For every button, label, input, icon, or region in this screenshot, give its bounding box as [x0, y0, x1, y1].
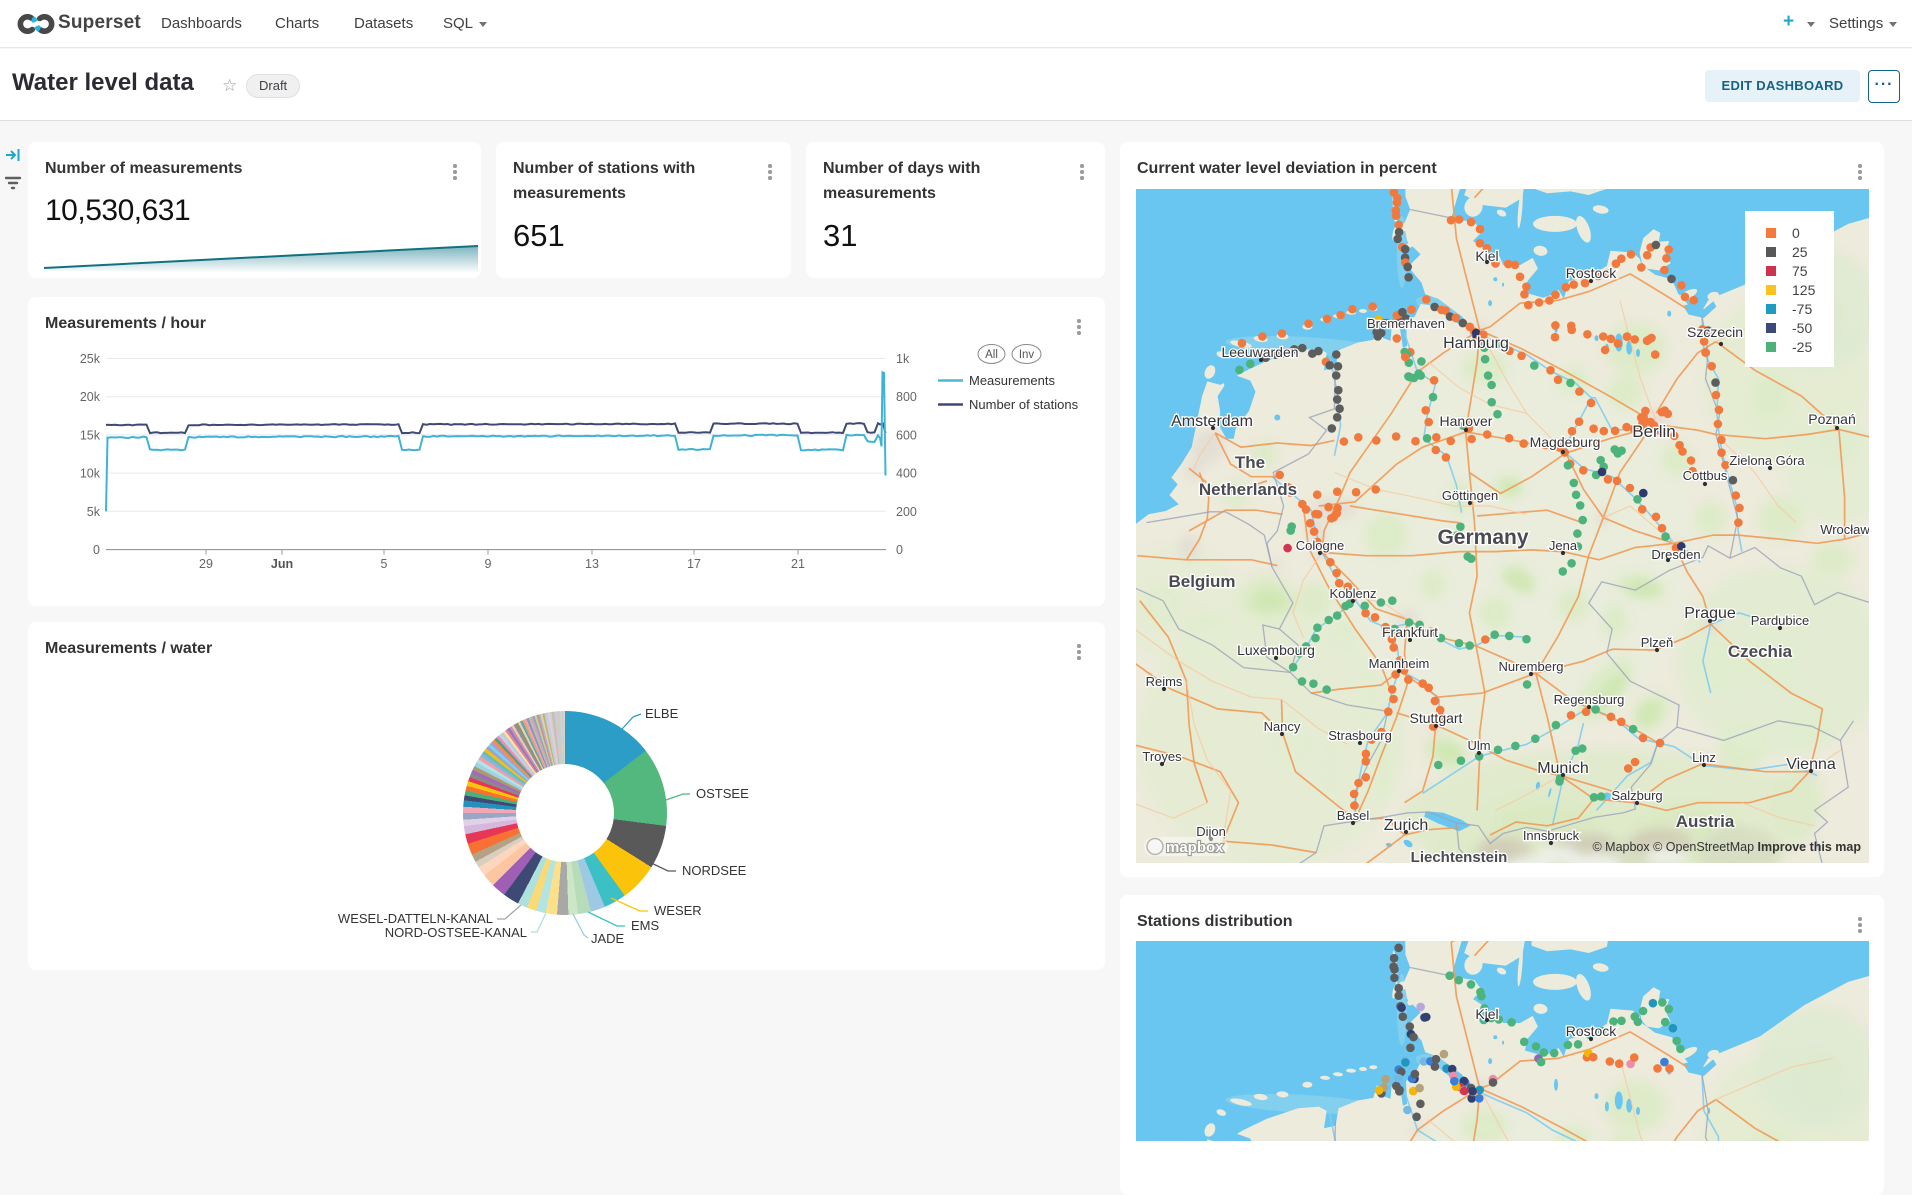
svg-text:ELBE: ELBE: [645, 706, 679, 721]
svg-text:200: 200: [896, 505, 917, 519]
svg-text:25: 25: [1792, 244, 1808, 260]
svg-text:Basel: Basel: [1337, 808, 1370, 823]
svg-text:Jun: Jun: [271, 557, 293, 571]
svg-text:5: 5: [381, 557, 388, 571]
svg-text:JADE: JADE: [591, 931, 625, 946]
svg-text:Leeuwarden: Leeuwarden: [1221, 344, 1298, 360]
svg-text:Rostock: Rostock: [1566, 1023, 1618, 1039]
svg-text:0: 0: [1792, 225, 1800, 241]
svg-text:Luxembourg: Luxembourg: [1237, 642, 1315, 658]
svg-text:1k: 1k: [896, 352, 910, 366]
svg-text:OSTSEE: OSTSEE: [696, 786, 749, 801]
svg-text:Rostock: Rostock: [1566, 265, 1618, 281]
svg-text:Belgium: Belgium: [1168, 572, 1235, 591]
svg-text:Nancy: Nancy: [1264, 719, 1301, 734]
svg-text:Hanover: Hanover: [1440, 413, 1493, 429]
svg-text:Czechia: Czechia: [1728, 642, 1793, 661]
svg-text:Troyes: Troyes: [1142, 749, 1182, 764]
svg-text:Wrocław: Wrocław: [1820, 522, 1869, 537]
svg-text:Magdeburg: Magdeburg: [1530, 434, 1601, 450]
svg-text:Mannheim: Mannheim: [1369, 656, 1430, 671]
svg-text:Liechtenstein: Liechtenstein: [1411, 849, 1508, 863]
svg-text:All: All: [985, 349, 998, 361]
svg-text:Germany: Germany: [1437, 526, 1528, 549]
svg-text:NORD-OSTSEE-KANAL: NORD-OSTSEE-KANAL: [385, 925, 527, 940]
svg-text:WESEL-DATTELN-KANAL: WESEL-DATTELN-KANAL: [338, 911, 493, 926]
svg-text:400: 400: [896, 467, 917, 481]
svg-text:Hamburg: Hamburg: [1443, 335, 1509, 352]
svg-text:800: 800: [896, 390, 917, 404]
svg-text:Inv: Inv: [1019, 349, 1035, 361]
svg-text:Cologne: Cologne: [1296, 538, 1344, 553]
svg-text:© Mapbox © OpenStreetMap Impro: © Mapbox © OpenStreetMap Improve this ma…: [1592, 840, 1861, 854]
svg-text:Göttingen: Göttingen: [1442, 488, 1498, 503]
svg-text:Salzburg: Salzburg: [1611, 788, 1662, 803]
svg-text:Stuttgart: Stuttgart: [1410, 710, 1463, 726]
svg-text:Linz: Linz: [1692, 750, 1716, 765]
svg-text:EMS: EMS: [631, 918, 660, 933]
svg-text:Regensburg: Regensburg: [1554, 692, 1625, 707]
svg-text:The: The: [1235, 453, 1265, 472]
svg-text:Frankfurt: Frankfurt: [1382, 624, 1438, 640]
svg-text:Reims: Reims: [1146, 674, 1183, 689]
svg-text:Poznań: Poznań: [1808, 411, 1855, 427]
svg-text:25k: 25k: [80, 352, 101, 366]
svg-text:Szczecin: Szczecin: [1687, 324, 1743, 340]
svg-text:75: 75: [1792, 263, 1808, 279]
svg-text:Dresden: Dresden: [1651, 547, 1700, 562]
svg-text:21: 21: [791, 557, 805, 571]
svg-text:Number of stations: Number of stations: [969, 397, 1079, 412]
svg-text:-75: -75: [1792, 301, 1812, 317]
svg-text:-25: -25: [1792, 339, 1812, 355]
svg-text:17: 17: [687, 557, 701, 571]
svg-text:WESER: WESER: [654, 903, 702, 918]
svg-text:Nuremberg: Nuremberg: [1498, 659, 1563, 674]
svg-text:Koblenz: Koblenz: [1330, 586, 1377, 601]
svg-text:-50: -50: [1792, 320, 1812, 336]
svg-text:29: 29: [199, 557, 213, 571]
svg-text:600: 600: [896, 428, 917, 442]
svg-text:0: 0: [896, 543, 903, 557]
svg-text:Bremerhaven: Bremerhaven: [1367, 316, 1445, 331]
svg-text:Pardubice: Pardubice: [1751, 613, 1810, 628]
svg-text:Zielona Góra: Zielona Góra: [1729, 453, 1805, 468]
svg-text:Dijon: Dijon: [1196, 824, 1226, 839]
svg-text:13: 13: [585, 557, 599, 571]
svg-text:Berlin: Berlin: [1632, 422, 1675, 441]
svg-text:mapbox: mapbox: [1166, 839, 1224, 856]
svg-text:125: 125: [1792, 282, 1816, 298]
svg-text:Innsbruck: Innsbruck: [1523, 828, 1580, 843]
svg-text:Measurements: Measurements: [969, 373, 1055, 388]
svg-text:0: 0: [93, 543, 100, 557]
svg-text:Austria: Austria: [1676, 812, 1735, 831]
svg-text:Ulm: Ulm: [1467, 738, 1490, 753]
svg-text:Jena: Jena: [1549, 538, 1578, 553]
svg-text:5k: 5k: [87, 505, 101, 519]
svg-text:15k: 15k: [80, 428, 101, 442]
svg-text:NORDSEE: NORDSEE: [682, 863, 747, 878]
svg-text:9: 9: [485, 557, 492, 571]
svg-text:Strasbourg: Strasbourg: [1328, 728, 1392, 743]
svg-text:Plzeň: Plzeň: [1641, 635, 1674, 650]
svg-text:Netherlands: Netherlands: [1199, 480, 1297, 499]
svg-text:Cottbus: Cottbus: [1683, 468, 1728, 483]
svg-text:20k: 20k: [80, 390, 101, 404]
svg-text:10k: 10k: [80, 467, 101, 481]
